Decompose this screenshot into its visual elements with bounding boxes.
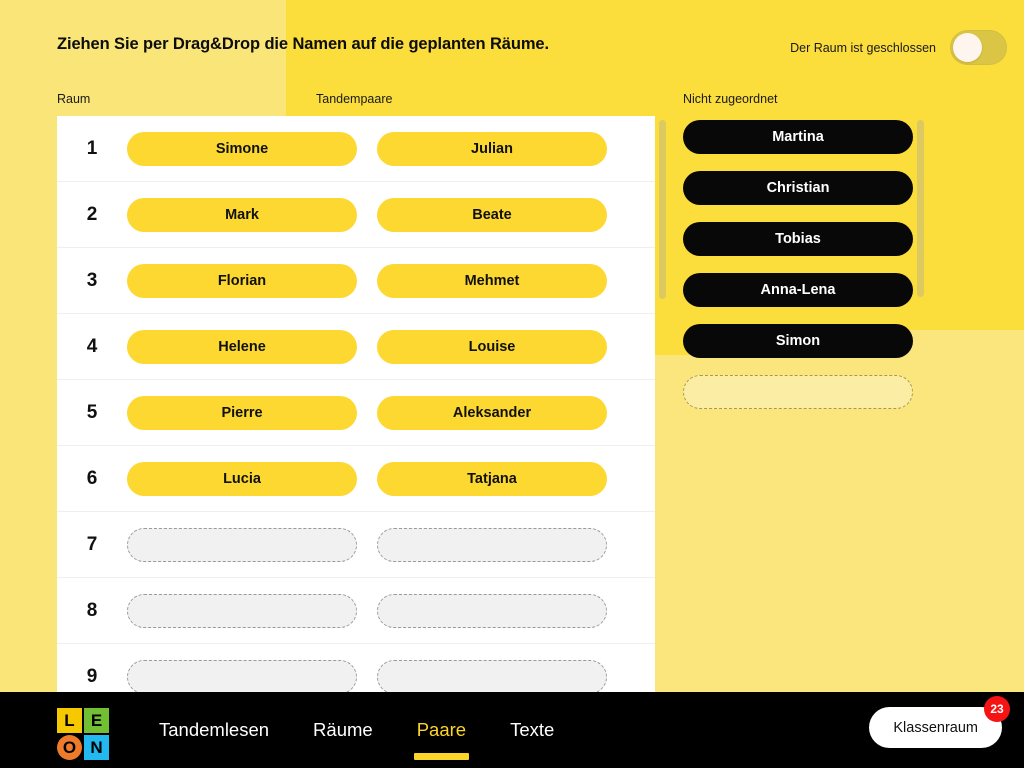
unassigned-list[interactable]: Martina Christian Tobias Anna-Lena Simon: [683, 120, 913, 409]
room-number: 5: [86, 401, 98, 423]
table-row: 4 Helene Louise: [57, 314, 655, 380]
unassigned-name-pill[interactable]: Christian: [683, 171, 913, 205]
name-pill-left[interactable]: Pierre: [127, 395, 357, 430]
toggle-knob: [953, 33, 982, 62]
name-pill-right[interactable]: Aleksander: [377, 395, 607, 430]
logo-letter-n: N: [84, 735, 109, 760]
empty-drop-slot-right[interactable]: [377, 527, 607, 562]
table-row: 2 Mark Beate: [57, 182, 655, 248]
column-header-pairs: Tandempaare: [316, 92, 393, 106]
name-pill-right[interactable]: Louise: [377, 329, 607, 364]
room-number: 1: [86, 137, 98, 159]
tab-tandemlesen[interactable]: Tandemlesen: [155, 692, 273, 768]
column-header-room: Raum: [57, 92, 91, 106]
rooms-list[interactable]: 1 Simone Julian 2 Mark Beate 3 Florian Mehmet 4 He…: [57, 116, 655, 692]
table-row: 9: [57, 644, 655, 692]
tab-rume[interactable]: Räume: [309, 692, 377, 768]
name-pill-right[interactable]: Mehmet: [377, 263, 607, 298]
unassigned-drop-slot[interactable]: [683, 375, 913, 409]
empty-drop-slot-right[interactable]: [377, 593, 607, 628]
table-row: 5 Pierre Aleksander: [57, 380, 655, 446]
column-headers: Raum Tandempaare Nicht zugeordnet: [0, 92, 1024, 110]
room-number: 4: [86, 335, 98, 357]
room-number: 3: [86, 269, 98, 291]
unassigned-name-pill[interactable]: Simon: [683, 324, 913, 358]
empty-drop-slot-left[interactable]: [127, 659, 357, 692]
room-number: 6: [86, 467, 98, 489]
page-title: Ziehen Sie per Drag&Drop die Namen auf d…: [57, 35, 549, 53]
room-closed-toggle-group: Der Raum ist geschlossen: [790, 30, 1007, 65]
unassigned-name-pill[interactable]: Anna-Lena: [683, 273, 913, 307]
name-pill-right[interactable]: Julian: [377, 131, 607, 166]
logo-letter-l: L: [57, 708, 82, 733]
table-row: 8: [57, 578, 655, 644]
rooms-list-scrollbar[interactable]: [659, 120, 666, 299]
room-number: 7: [86, 533, 98, 555]
table-row: 6 Lucia Tatjana: [57, 446, 655, 512]
classroom-badge: 23: [984, 696, 1010, 722]
classroom-button[interactable]: Klassenraum: [869, 707, 1002, 748]
leon-logo[interactable]: L E O N: [57, 708, 109, 760]
room-number: 2: [86, 203, 98, 225]
table-row: 3 Florian Mehmet: [57, 248, 655, 314]
table-row: 7: [57, 512, 655, 578]
name-pill-left[interactable]: Simone: [127, 131, 357, 166]
page-header: Ziehen Sie per Drag&Drop die Namen auf d…: [0, 0, 1024, 78]
column-header-unassigned: Nicht zugeordnet: [683, 92, 778, 106]
tab-paare[interactable]: Paare: [413, 692, 470, 768]
name-pill-right[interactable]: Tatjana: [377, 461, 607, 496]
logo-letter-e: E: [84, 708, 109, 733]
room-number: 8: [86, 599, 98, 621]
unassigned-name-pill[interactable]: Martina: [683, 120, 913, 154]
empty-drop-slot-left[interactable]: [127, 593, 357, 628]
name-pill-left[interactable]: Lucia: [127, 461, 357, 496]
tab-texte[interactable]: Texte: [506, 692, 558, 768]
name-pill-left[interactable]: Mark: [127, 197, 357, 232]
room-closed-toggle[interactable]: [950, 30, 1007, 65]
room-number: 9: [86, 665, 98, 687]
logo-letter-o: O: [57, 735, 82, 760]
table-row: 1 Simone Julian: [57, 116, 655, 182]
name-pill-left[interactable]: Florian: [127, 263, 357, 298]
unassigned-name-pill[interactable]: Tobias: [683, 222, 913, 256]
empty-drop-slot-right[interactable]: [377, 659, 607, 692]
unassigned-list-scrollbar[interactable]: [917, 120, 924, 297]
empty-drop-slot-left[interactable]: [127, 527, 357, 562]
name-pill-right[interactable]: Beate: [377, 197, 607, 232]
main-navigation: Tandemlesen Räume Paare Texte: [155, 692, 558, 768]
classroom-button-group: Klassenraum 23: [869, 696, 1010, 748]
name-pill-left[interactable]: Helene: [127, 329, 357, 364]
room-closed-label: Der Raum ist geschlossen: [790, 40, 936, 55]
